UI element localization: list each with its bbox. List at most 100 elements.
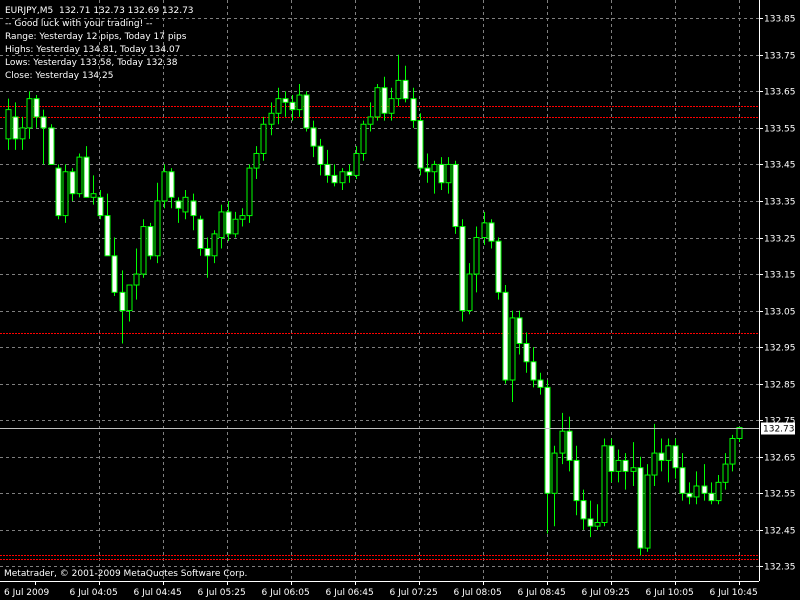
candle[interactable] [686, 482, 693, 505]
candle[interactable] [197, 215, 204, 256]
candle[interactable] [537, 372, 544, 395]
candle[interactable] [140, 219, 147, 278]
candle[interactable] [594, 504, 601, 530]
candle[interactable] [126, 284, 133, 322]
candle[interactable] [573, 445, 580, 516]
candle[interactable] [104, 193, 111, 257]
candle[interactable] [182, 190, 189, 220]
candle[interactable] [69, 168, 76, 201]
candle[interactable] [722, 453, 729, 490]
candle[interactable] [175, 197, 182, 223]
candle[interactable] [48, 124, 55, 165]
candle[interactable] [551, 445, 558, 527]
candle[interactable] [388, 87, 395, 121]
candle[interactable] [644, 464, 651, 552]
candle[interactable] [218, 204, 225, 249]
candle[interactable] [317, 138, 324, 176]
candle[interactable] [225, 200, 232, 242]
candle[interactable] [679, 453, 686, 501]
candle[interactable] [119, 270, 126, 344]
candle[interactable] [289, 95, 296, 121]
candle[interactable] [353, 146, 360, 180]
candle[interactable] [111, 237, 118, 296]
candle[interactable] [601, 438, 608, 527]
candle[interactable] [672, 438, 679, 479]
candle[interactable] [360, 120, 367, 161]
candle[interactable] [324, 149, 331, 183]
candle[interactable] [615, 449, 622, 483]
candle[interactable] [147, 222, 154, 260]
candle[interactable] [33, 95, 40, 128]
candle[interactable] [275, 87, 282, 125]
candle[interactable] [473, 226, 480, 293]
candle[interactable] [481, 211, 488, 245]
candle[interactable] [232, 211, 239, 238]
candle[interactable] [424, 153, 431, 183]
candle[interactable] [587, 500, 594, 538]
candle[interactable] [310, 120, 317, 158]
candle[interactable] [417, 113, 424, 176]
candle[interactable] [339, 168, 346, 191]
candle[interactable] [168, 168, 175, 209]
candle[interactable] [630, 442, 637, 486]
candle[interactable] [708, 482, 715, 505]
candle[interactable] [488, 219, 495, 249]
candle[interactable] [239, 208, 246, 227]
candle[interactable] [715, 475, 722, 505]
candle[interactable] [445, 157, 452, 194]
candle[interactable] [154, 182, 161, 264]
candles-layer[interactable] [5, 54, 743, 556]
candle[interactable] [402, 65, 409, 103]
candle[interactable] [40, 109, 47, 165]
candle[interactable] [90, 175, 97, 205]
candle[interactable] [580, 489, 587, 530]
candle[interactable] [211, 230, 218, 264]
candle[interactable] [296, 84, 303, 117]
candle[interactable] [438, 157, 445, 191]
candle[interactable] [55, 164, 62, 220]
candle[interactable] [459, 219, 466, 322]
candle[interactable] [246, 164, 253, 223]
candle[interactable] [736, 427, 743, 443]
candle[interactable] [509, 310, 516, 402]
candle[interactable] [253, 146, 260, 180]
candle[interactable] [523, 332, 530, 373]
candle[interactable] [729, 434, 736, 472]
candle[interactable] [651, 423, 658, 486]
candle[interactable] [665, 438, 672, 483]
candle[interactable] [693, 471, 700, 505]
candle[interactable] [637, 456, 644, 556]
candle[interactable] [133, 248, 140, 300]
candle[interactable] [76, 153, 83, 198]
candle[interactable] [410, 87, 417, 128]
candle[interactable] [502, 285, 509, 384]
candle[interactable] [346, 164, 353, 183]
candle[interactable] [97, 190, 104, 220]
candle[interactable] [19, 116, 26, 150]
candle[interactable] [282, 91, 289, 117]
candle[interactable] [204, 237, 211, 278]
candle[interactable] [544, 380, 551, 534]
candle[interactable] [608, 438, 615, 483]
candle[interactable] [374, 84, 381, 121]
candle[interactable] [658, 438, 665, 472]
candle[interactable] [381, 76, 388, 121]
candle[interactable] [190, 193, 197, 231]
candle[interactable] [260, 116, 267, 161]
candle[interactable] [83, 146, 90, 198]
candle[interactable] [495, 237, 502, 300]
candle[interactable] [331, 164, 338, 187]
candle[interactable] [12, 102, 19, 150]
candle[interactable] [622, 453, 629, 490]
candle[interactable] [268, 102, 275, 136]
candle[interactable] [530, 347, 537, 388]
candle[interactable] [395, 54, 402, 106]
candle[interactable] [452, 160, 459, 234]
candle[interactable] [431, 160, 438, 194]
candle[interactable] [303, 91, 310, 132]
candle[interactable] [26, 91, 33, 139]
candle[interactable] [701, 464, 708, 501]
price-chart[interactable]: 133.85 133.75 133.65 133.55 133.45 133.35 133.… [0, 0, 800, 600]
candle[interactable] [466, 263, 473, 315]
candle[interactable] [62, 164, 69, 223]
